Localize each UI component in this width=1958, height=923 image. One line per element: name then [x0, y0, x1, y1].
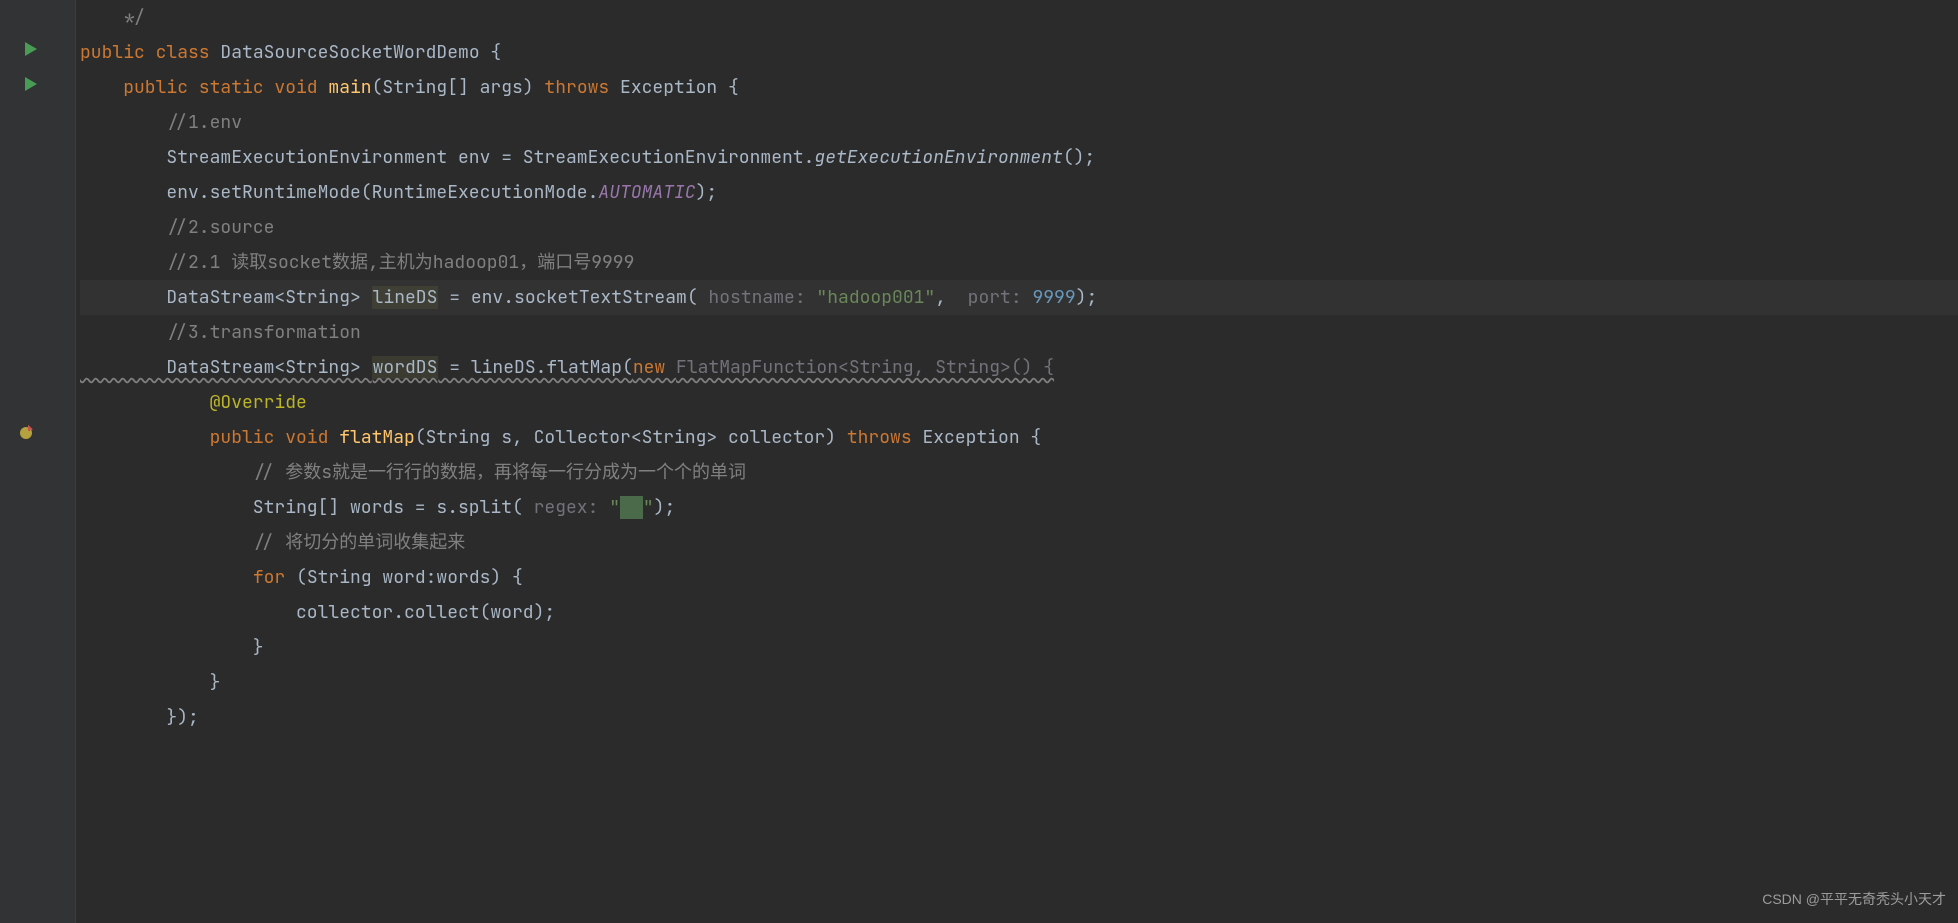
text: String[] words = s.split( — [80, 496, 534, 519]
comment: //2.1 读取socket数据,主机为hadoop01，端口号9999 — [80, 251, 634, 274]
enum-constant: AUTOMATIC — [598, 181, 695, 204]
method-name: main — [328, 76, 371, 99]
annotation: @Override — [210, 391, 307, 414]
string — [620, 496, 643, 519]
variable: wordDS — [372, 356, 439, 379]
run-icon[interactable] — [25, 70, 37, 105]
string: " — [643, 496, 654, 519]
gutter-row — [0, 0, 75, 35]
brace: } — [80, 671, 220, 694]
comment: //3.transformation — [80, 321, 361, 344]
method-name: flatMap — [339, 426, 415, 449]
gutter-row — [0, 700, 75, 735]
string: " — [609, 496, 620, 519]
param-hint: hostname: — [708, 286, 816, 309]
variable: lineDS — [372, 286, 439, 309]
text: = env.socketTextStream( — [438, 286, 708, 309]
gutter-row — [0, 560, 75, 595]
static-method: getExecutionEnvironment — [814, 146, 1062, 169]
gutter-row — [0, 490, 75, 525]
param-hint: regex: — [534, 496, 610, 519]
class-name: DataSourceSocketWordDemo — [220, 41, 490, 64]
gutter-row — [0, 385, 75, 420]
comment: */ — [80, 6, 145, 29]
keyword: public void — [210, 426, 340, 449]
comma: , — [935, 286, 967, 309]
brace: { — [490, 41, 501, 64]
params: (String s, Collector<String> collector) — [415, 426, 847, 449]
gutter-row — [0, 665, 75, 700]
gutter-row[interactable] — [0, 35, 75, 70]
gutter-row — [0, 245, 75, 280]
param-hint: port: — [968, 286, 1033, 309]
gutter-row — [0, 175, 75, 210]
text: ); — [1076, 286, 1098, 309]
comment: //1.env — [80, 111, 242, 134]
code-pane[interactable]: */ public class DataSourceSocketWordDemo… — [76, 0, 1958, 923]
comment: // 将切分的单词收集起来 — [80, 531, 465, 554]
gutter-row — [0, 210, 75, 245]
gutter-row — [0, 350, 75, 385]
text: ); — [654, 496, 676, 519]
gutter — [0, 0, 76, 923]
text: Exception { — [922, 426, 1041, 449]
text: StreamExecutionEnvironment env = StreamE… — [80, 146, 814, 169]
string: "hadoop001" — [816, 286, 935, 309]
text: DataStream<String> — [80, 286, 372, 309]
params: (String[] args) — [372, 76, 545, 99]
text: ); — [696, 181, 718, 204]
gutter-row — [0, 315, 75, 350]
comment: //2.source — [80, 216, 274, 239]
run-icon[interactable] — [25, 35, 37, 70]
gutter-row — [0, 525, 75, 560]
text: = lineDS.flatMap( — [438, 356, 632, 379]
brace: } — [80, 636, 264, 659]
number: 9999 — [1032, 286, 1075, 309]
text: }); — [80, 706, 199, 729]
indent — [80, 426, 210, 449]
gutter-row[interactable] — [0, 70, 75, 105]
warning-icon[interactable] — [18, 420, 34, 455]
text: collector.collect(word); — [80, 601, 555, 624]
text: env.setRuntimeMode(RuntimeExecutionMode. — [80, 181, 598, 204]
keyword: throws — [544, 76, 620, 99]
text: (); — [1063, 146, 1095, 169]
gutter-row — [0, 455, 75, 490]
anon-class: FlatMapFunction<String, String>() { — [676, 356, 1054, 379]
keyword: for — [253, 566, 296, 589]
gutter-row — [0, 140, 75, 175]
keyword: public — [80, 41, 156, 64]
indent — [80, 391, 210, 414]
keyword: new — [633, 356, 676, 379]
watermark: CSDN @平平无奇秃头小天才 — [1762, 882, 1946, 917]
gutter-row — [0, 280, 75, 315]
keyword: public static void — [123, 76, 328, 99]
comment: // 参数s就是一行行的数据，再将每一行分成为一个个的单词 — [80, 461, 746, 484]
gutter-row — [0, 595, 75, 630]
code-editor: */ public class DataSourceSocketWordDemo… — [0, 0, 1958, 923]
text: Exception { — [620, 76, 739, 99]
text: (String word:words) { — [296, 566, 523, 589]
gutter-row — [0, 105, 75, 140]
gutter-row[interactable] — [0, 420, 75, 455]
keyword: class — [156, 41, 221, 64]
text: DataStream<String> — [80, 356, 372, 379]
indent — [80, 566, 253, 589]
gutter-row — [0, 630, 75, 665]
keyword: throws — [847, 426, 923, 449]
indent — [80, 76, 123, 99]
